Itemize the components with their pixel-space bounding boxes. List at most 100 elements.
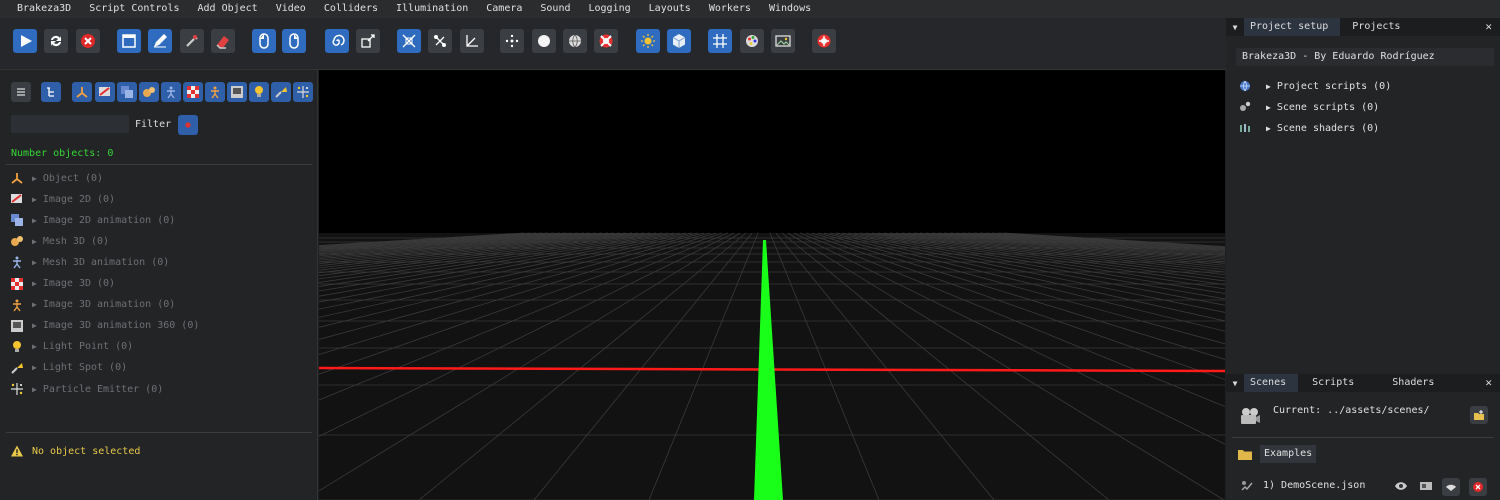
filter-clear-button[interactable] <box>178 115 198 135</box>
play-button[interactable] <box>13 29 37 53</box>
filter-particle-emitter-button[interactable] <box>293 82 313 102</box>
tab-projects[interactable]: Projects <box>1340 18 1412 36</box>
tab-scenes[interactable]: Scenes <box>1244 374 1299 392</box>
mouse-right-button[interactable] <box>282 29 306 53</box>
object-type-row[interactable]: ▶ Object (0) <box>10 169 103 187</box>
menu-logging[interactable]: Logging <box>580 0 640 18</box>
object-type-row[interactable]: ▶ Particle Emitter (0) <box>10 380 163 398</box>
tree-view-button[interactable] <box>41 82 61 102</box>
filter-input[interactable] <box>11 115 129 133</box>
palette-icon <box>746 35 758 47</box>
scene-scripts-item[interactable]: ▶ Scene scripts (0) <box>1238 99 1379 115</box>
filter-mesh3d-button[interactable] <box>139 82 159 102</box>
object-type-row[interactable]: ▶ Mesh 3D animation (0) <box>10 253 169 271</box>
globe-button[interactable] <box>563 29 587 53</box>
filter-mesh3d-animation-button[interactable] <box>161 82 181 102</box>
filter-image3d-button[interactable] <box>183 82 203 102</box>
filter-light-spot-button[interactable] <box>271 82 291 102</box>
filter-light-point-button[interactable] <box>249 82 269 102</box>
examples-folder-button[interactable]: Examples <box>1260 445 1317 463</box>
object-type-row[interactable]: ▶ Image 3D (0) <box>10 275 115 293</box>
object-type-label: Light Point (0) <box>42 341 134 353</box>
object-type-row[interactable]: ▶ Image 2D animation (0) <box>10 211 175 229</box>
right-panel: ▼ Project setup Projects ✕ Brakeza3D - B… <box>1226 18 1500 500</box>
image3d-animation-icon <box>10 298 24 312</box>
lifebuoy-icon <box>599 34 613 48</box>
help-icon <box>817 34 831 48</box>
mesh3d-icon <box>143 87 155 97</box>
menu-workers[interactable]: Workers <box>700 0 760 18</box>
3d-viewport[interactable] <box>319 70 1225 500</box>
scene-shaders-item[interactable]: ▶ Scene shaders (0) <box>1238 120 1379 136</box>
dots-button[interactable] <box>500 29 524 53</box>
sphere-button[interactable] <box>532 29 556 53</box>
mouse-left-button[interactable] <box>252 29 276 53</box>
scene-scripts-label: Scene scripts (0) <box>1276 101 1380 113</box>
scenes-tabbar: ▼ Scenes Scripts Shaders ✕ <box>1226 374 1500 392</box>
eraser-button[interactable] <box>211 29 235 53</box>
fit-button[interactable] <box>397 29 421 53</box>
connect-icon <box>434 35 446 47</box>
stop-button[interactable] <box>76 29 100 53</box>
close-icon[interactable]: ✕ <box>1485 374 1492 392</box>
object-type-row[interactable]: ▶ Light Spot (0) <box>10 359 127 377</box>
expand-arrow-icon: ▶ <box>32 257 37 267</box>
lifebuoy-button[interactable] <box>594 29 618 53</box>
object-type-row[interactable]: ▶ Image 3D animation (0) <box>10 296 175 314</box>
menu-brakeza3d[interactable]: Brakeza3D <box>8 0 80 18</box>
menu-script-controls[interactable]: Script Controls <box>80 0 188 18</box>
project-scripts-item[interactable]: ▶ Project scripts (0) <box>1238 78 1391 94</box>
project-tabbar: ▼ Project setup Projects ✕ <box>1226 18 1500 36</box>
edit-button[interactable] <box>148 29 172 53</box>
reload-button[interactable] <box>44 29 68 53</box>
object-type-row[interactable]: ▶ Mesh 3D (0) <box>10 232 109 250</box>
spiral-button[interactable] <box>325 29 349 53</box>
tab-scripts[interactable]: Scripts <box>1298 374 1380 392</box>
hamburger-menu-button[interactable] <box>11 82 31 102</box>
sun-button[interactable] <box>636 29 660 53</box>
transform-button[interactable] <box>356 29 380 53</box>
palette-button[interactable] <box>740 29 764 53</box>
load-scene-button[interactable] <box>1442 478 1460 496</box>
image-button[interactable] <box>771 29 795 53</box>
filter-image3d-animation-button[interactable] <box>205 82 225 102</box>
eye-icon[interactable] <box>1394 480 1408 492</box>
expand-arrow-icon: ▶ <box>32 384 37 394</box>
menu-colliders[interactable]: Colliders <box>315 0 387 18</box>
menu-add-object[interactable]: Add Object <box>189 0 267 18</box>
object-type-row[interactable]: ▶ Light Point (0) <box>10 338 133 356</box>
tab-shaders[interactable]: Shaders <box>1380 374 1446 392</box>
light-point-icon <box>10 340 24 354</box>
light-spot-icon <box>10 361 24 375</box>
new-scene-button[interactable] <box>1470 406 1488 424</box>
menu-illumination[interactable]: Illumination <box>387 0 477 18</box>
collapse-icon[interactable]: ▼ <box>1226 379 1244 388</box>
filter-image3d-360-button[interactable] <box>227 82 247 102</box>
expand-arrow-icon: ▶ <box>32 194 37 204</box>
menu-video[interactable]: Video <box>267 0 315 18</box>
filter-image2d-animation-button[interactable] <box>117 82 137 102</box>
wrench-button[interactable] <box>180 29 204 53</box>
axis-icon <box>10 171 24 185</box>
object-type-row[interactable]: ▶ Image 2D (0) <box>10 190 115 208</box>
tab-project-setup[interactable]: Project setup <box>1244 18 1341 36</box>
close-icon[interactable]: ✕ <box>1485 18 1492 36</box>
image2d-icon <box>99 87 110 96</box>
cube-button[interactable] <box>667 29 691 53</box>
grid-button[interactable] <box>708 29 732 53</box>
menu-sound[interactable]: Sound <box>531 0 579 18</box>
help-button[interactable] <box>812 29 836 53</box>
collapse-icon[interactable]: ▼ <box>1226 23 1244 32</box>
delete-scene-button[interactable] <box>1469 478 1487 496</box>
axes-button[interactable] <box>460 29 484 53</box>
menu-layouts[interactable]: Layouts <box>640 0 700 18</box>
filter-image2d-button[interactable] <box>95 82 115 102</box>
window-button[interactable] <box>117 29 141 53</box>
save-icon[interactable] <box>1419 480 1433 492</box>
filter-axis-button[interactable] <box>72 82 92 102</box>
folder-icon <box>1238 450 1252 460</box>
connect-button[interactable] <box>428 29 452 53</box>
menu-windows[interactable]: Windows <box>760 0 820 18</box>
menu-camera[interactable]: Camera <box>477 0 531 18</box>
object-type-row[interactable]: ▶ Image 3D animation 360 (0) <box>10 317 199 335</box>
